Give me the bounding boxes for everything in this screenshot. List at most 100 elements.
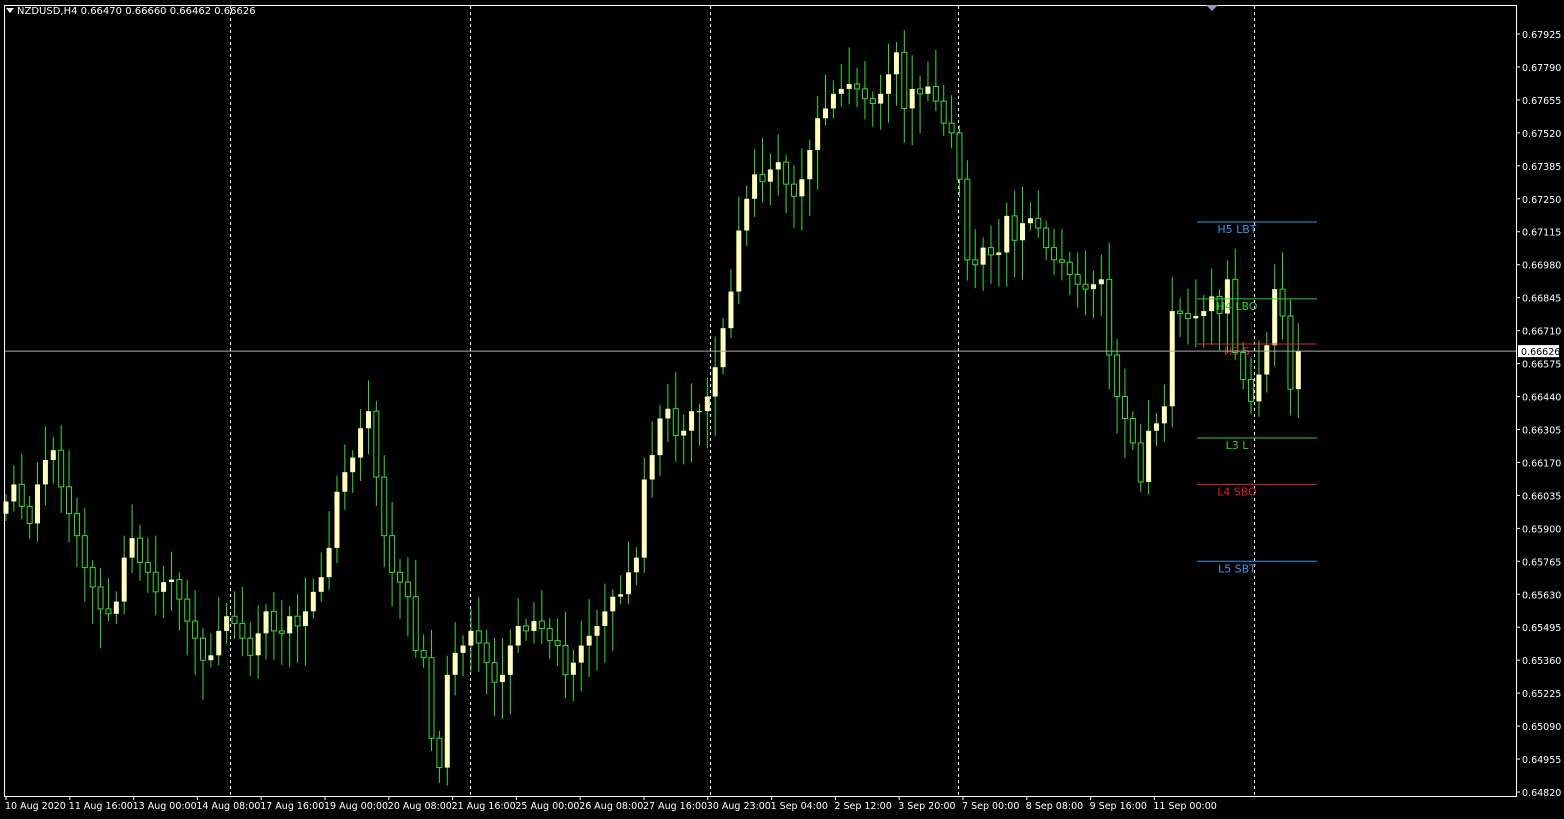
candle-body-down <box>972 259 979 266</box>
candle-body-down <box>192 620 199 639</box>
price-tick-label: 0.67925 <box>1522 30 1561 41</box>
candle-body-down <box>1177 310 1184 315</box>
price-tick-label: 0.64955 <box>1522 755 1561 766</box>
candle-body-up <box>602 611 608 626</box>
time-tick-label: 11 Aug 16:00 <box>69 801 133 812</box>
candle-body-up <box>255 633 261 656</box>
candle-body-up <box>161 582 167 592</box>
time-tick-label: 20 Aug 08:00 <box>388 801 452 812</box>
candle-body-up <box>1169 311 1175 407</box>
candle-body-up <box>728 291 734 329</box>
candle-body-down <box>18 483 25 507</box>
price-chart[interactable]: H5 LBTH4 LBOH3 SL3 LL4 SBOL5 SBT 0.67925… <box>0 0 1564 819</box>
dropdown-triangle-icon[interactable] <box>6 8 14 13</box>
time-tick-label: 17 Aug 16:00 <box>260 801 324 812</box>
candle-body-up <box>886 74 892 94</box>
candle-body-up <box>326 547 332 578</box>
candle-body-down <box>404 581 411 598</box>
candle-body-up <box>1153 423 1159 431</box>
candle-body-down <box>538 620 545 629</box>
candle-body-up <box>744 198 750 231</box>
level-label: H5 LBT <box>1217 223 1256 236</box>
candle-body-up <box>586 635 592 646</box>
price-tick-label: 0.66980 <box>1522 261 1561 272</box>
candle-body-up <box>878 93 884 104</box>
candle-body-down <box>397 571 403 583</box>
candle-body-up <box>1201 311 1207 316</box>
price-tick-label: 0.65495 <box>1522 623 1561 634</box>
candle-body-up <box>1272 289 1278 346</box>
candle-body-down <box>1114 354 1121 398</box>
time-tick-label: 1 Sep 04:00 <box>771 801 828 812</box>
time-tick-label: 10 Aug 2020 <box>5 801 66 812</box>
price-tick-label: 0.67385 <box>1522 162 1561 173</box>
candle-body-down <box>917 88 924 95</box>
candle-body-down <box>412 596 419 651</box>
candle-body-up <box>681 430 687 436</box>
candle-body-down <box>73 513 80 537</box>
candle-body-up <box>696 411 702 413</box>
candle-body-down <box>854 83 861 90</box>
candle-body-down <box>861 88 868 100</box>
candle-body-up <box>263 611 269 634</box>
candle-body-down <box>940 100 947 124</box>
candle-body-up <box>641 479 647 558</box>
candle-body-up <box>689 411 695 431</box>
candle-body-up <box>358 428 364 458</box>
candle-body-down <box>1058 259 1065 263</box>
candle-body-down <box>1035 217 1042 229</box>
symbol-label: NZDUSD,H4 <box>17 6 78 17</box>
candle-body-up <box>1295 351 1301 390</box>
candle-body-down <box>278 630 285 634</box>
candle-body-up <box>799 179 805 197</box>
price-tick-label: 0.67115 <box>1522 228 1561 239</box>
price-tick-label: 0.67250 <box>1522 195 1561 206</box>
candle-body-up <box>318 577 324 592</box>
candle-body-up <box>925 86 931 94</box>
candle-body-up <box>752 174 758 199</box>
candle-body-up <box>1004 215 1010 253</box>
candle-body-down <box>89 566 96 588</box>
candle-body-up <box>570 662 576 675</box>
candle-body-down <box>956 132 963 180</box>
candle-body-up <box>736 230 742 292</box>
candle-body-up <box>665 408 671 419</box>
price-tick-label: 0.65360 <box>1522 656 1561 667</box>
candle-body-down <box>105 608 112 615</box>
candle-body-up <box>1193 315 1199 319</box>
candle-body-down <box>294 615 301 627</box>
candle-body-down <box>1129 417 1136 444</box>
time-tick-label: 25 Aug 00:00 <box>515 801 579 812</box>
price-tick-label: 0.65765 <box>1522 557 1561 568</box>
candle-body-down <box>420 649 427 659</box>
price-tick-label: 0.66170 <box>1522 458 1561 469</box>
candle-body-up <box>531 621 537 631</box>
level-label: H4 LBO <box>1217 300 1258 313</box>
candle-body-up <box>1098 279 1104 285</box>
price-tick-label: 0.65090 <box>1522 722 1561 733</box>
candle-body-up <box>633 557 639 573</box>
candle-body-up <box>310 591 316 612</box>
candle-body-down <box>144 562 151 573</box>
candle-body-down <box>247 637 254 656</box>
candle-body-up <box>720 328 726 368</box>
candle-body-down <box>791 183 797 197</box>
candle-body-up <box>1146 430 1152 482</box>
candle-body-down <box>546 627 553 642</box>
candle-body-up <box>823 108 829 119</box>
candle-body-up <box>594 625 600 636</box>
time-tick-label: 8 Sep 08:00 <box>1026 801 1083 812</box>
price-tick-label: 0.65225 <box>1522 689 1561 700</box>
candle-body-up <box>334 491 340 548</box>
time-tick-label: 30 Aug 23:00 <box>707 801 771 812</box>
candle-body-down <box>869 98 876 105</box>
candle-body-up <box>216 630 222 656</box>
candle-body-up <box>499 674 505 683</box>
candle-body-down <box>81 535 88 568</box>
candle-body-down <box>783 161 790 185</box>
time-tick-label: 7 Sep 00:00 <box>962 801 1019 812</box>
candle-body-up <box>775 162 781 170</box>
time-tick-label: 3 Sep 20:00 <box>898 801 955 812</box>
candle-body-up <box>342 472 348 492</box>
candle-body-down <box>389 535 396 573</box>
